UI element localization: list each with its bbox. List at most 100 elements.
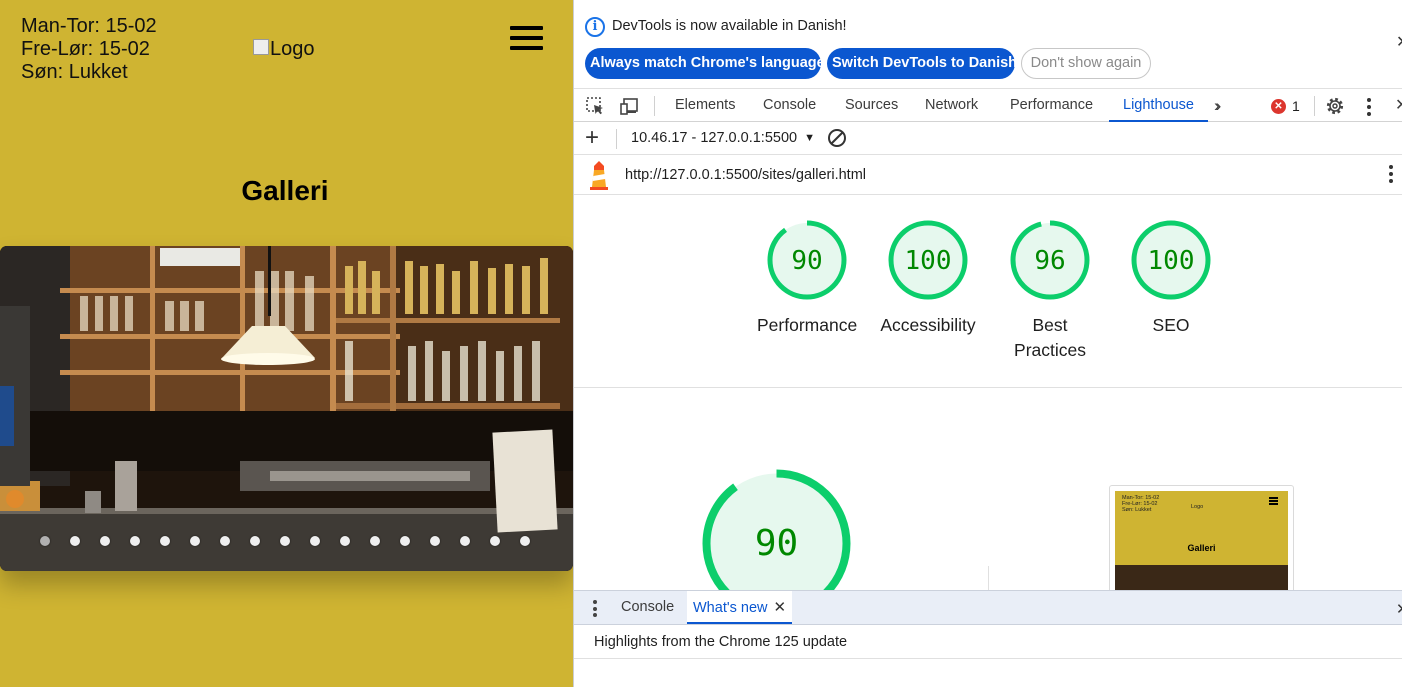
site-logo[interactable]: Logo xyxy=(253,38,315,61)
gallery-slideshow[interactable] xyxy=(0,246,573,571)
error-count: 1 xyxy=(1292,98,1300,114)
thumb-title: Galleri xyxy=(1187,543,1216,553)
slide-dot[interactable] xyxy=(430,536,440,546)
slide-dot[interactable] xyxy=(400,536,410,546)
tab-lighthouse[interactable]: Lighthouse xyxy=(1109,89,1208,122)
tab-network[interactable]: Network xyxy=(925,89,978,122)
score-label: Best Practices xyxy=(1014,315,1086,360)
error-icon: ✕ xyxy=(1271,98,1286,114)
score-ring: 100 xyxy=(888,220,968,300)
score-ring: 96 xyxy=(1010,220,1090,300)
bar-photo xyxy=(0,246,573,571)
clear-all-icon[interactable] xyxy=(827,128,847,148)
slide-dot[interactable] xyxy=(250,536,260,546)
infobar-message: DevTools is now available in Danish! xyxy=(612,18,847,34)
devtools-menu-icon[interactable] xyxy=(1367,98,1373,119)
slide-dot[interactable] xyxy=(190,536,200,546)
close-icon[interactable]: ✕ xyxy=(1396,32,1402,52)
whats-new-panel: Highlights from the Chrome 125 update xyxy=(574,626,1402,659)
toolbar-separator xyxy=(654,96,655,116)
score-gauge[interactable]: 100 Accessibility xyxy=(873,219,983,338)
thumb-gallery-image xyxy=(1115,565,1288,591)
score-value: 100 xyxy=(1148,246,1195,276)
new-report-plus-icon[interactable]: + xyxy=(585,124,599,152)
score-value: 90 xyxy=(791,246,822,276)
score-ring: 100 xyxy=(1131,220,1211,300)
final-screenshot-thumbnail[interactable]: Man-Tor: 15-02 Fre-Lør: 15-02 Søn: Lukke… xyxy=(1109,485,1294,595)
slide-dot[interactable] xyxy=(490,536,500,546)
toolbar-separator xyxy=(616,129,617,149)
devtools-panel: i DevTools is now available in Danish! ✕… xyxy=(573,0,1402,687)
slideshow-dots xyxy=(40,536,530,546)
language-infobar: i DevTools is now available in Danish! ✕… xyxy=(574,0,1402,88)
opening-hours: Man-Tor: 15-02 Fre-Lør: 15-02 Søn: Lukke… xyxy=(21,15,157,84)
lighthouse-logo-icon xyxy=(590,161,608,190)
hours-line: Man-Tor: 15-02 xyxy=(21,15,157,37)
error-count-badge[interactable]: ✕ 1 xyxy=(1271,98,1300,114)
slide-dot[interactable] xyxy=(160,536,170,546)
report-selector-value: 10.46.17 - 127.0.0.1:5500 xyxy=(631,130,798,146)
report-url-bar: http://127.0.0.1:5500/sites/galleri.html xyxy=(574,155,1402,195)
tab-elements[interactable]: Elements xyxy=(675,89,735,122)
score-label: SEO xyxy=(1152,315,1190,335)
drawer-tab-console[interactable]: Console xyxy=(621,591,674,624)
thumb-hamburger-icon xyxy=(1269,497,1278,506)
close-devtools-icon[interactable]: ✕ xyxy=(1395,89,1402,122)
report-selector[interactable]: 10.46.17 - 127.0.0.1:5500 ▼ xyxy=(631,130,815,146)
dropdown-triangle-icon: ▼ xyxy=(804,132,816,144)
dont-show-again-button[interactable]: Don't show again xyxy=(1021,48,1151,79)
report-url: http://127.0.0.1:5500/sites/galleri.html xyxy=(625,167,867,183)
drawer-tab-whats-new[interactable]: What's new ✕ xyxy=(687,591,793,624)
page-title: Galleri xyxy=(241,175,329,206)
tab-console[interactable]: Console xyxy=(763,89,816,122)
report-options-icon[interactable] xyxy=(1389,165,1395,186)
score-label: Accessibility xyxy=(880,315,976,335)
devtools-tabbar: Elements Console Sources Network Perform… xyxy=(574,88,1402,122)
device-toolbar-icon[interactable] xyxy=(619,96,639,116)
broken-image-icon xyxy=(253,38,269,55)
drawer-menu-icon[interactable] xyxy=(593,600,599,620)
hours-line: Søn: Lukket xyxy=(21,61,128,83)
score-value: 96 xyxy=(1034,246,1065,276)
score-label: Performance xyxy=(757,315,858,335)
slide-dot[interactable] xyxy=(40,536,50,546)
section-divider xyxy=(574,387,1402,388)
thumb-logo: Logo xyxy=(1191,504,1204,510)
lighthouse-toolbar: + 10.46.17 - 127.0.0.1:5500 ▼ xyxy=(574,122,1402,155)
score-ring: 90 xyxy=(767,220,847,300)
score-gauge[interactable]: 100 SEO xyxy=(1116,219,1226,338)
settings-gear-icon[interactable] xyxy=(1325,96,1345,116)
score-value: 100 xyxy=(905,246,952,276)
hamburger-menu-icon[interactable] xyxy=(510,26,543,50)
info-icon: i xyxy=(585,17,605,37)
more-tabs-chevron-icon[interactable]: ›› xyxy=(1214,89,1222,122)
tab-performance[interactable]: Performance xyxy=(1010,89,1093,122)
always-match-language-button[interactable]: Always match Chrome's language xyxy=(585,48,825,79)
slide-dot[interactable] xyxy=(370,536,380,546)
tab-sources[interactable]: Sources xyxy=(845,89,898,122)
score-gauge[interactable]: 90 Performance xyxy=(752,219,862,338)
inspect-element-icon[interactable] xyxy=(585,96,605,116)
whats-new-highlight[interactable]: Highlights from the Chrome 125 update xyxy=(594,634,847,650)
slide-dot[interactable] xyxy=(220,536,230,546)
slide-dot[interactable] xyxy=(130,536,140,546)
slide-dot[interactable] xyxy=(520,536,530,546)
slide-dot[interactable] xyxy=(460,536,470,546)
slide-dot[interactable] xyxy=(340,536,350,546)
drawer-tab-label: What's new xyxy=(693,600,768,616)
slide-dot[interactable] xyxy=(70,536,80,546)
performance-score-large: 90 xyxy=(755,523,798,564)
slide-dot[interactable] xyxy=(280,536,290,546)
close-drawer-icon[interactable]: ✕ xyxy=(1396,600,1402,618)
slide-dot[interactable] xyxy=(310,536,320,546)
thumb-hours: Man-Tor: 15-02 Fre-Lør: 15-02 Søn: Lukke… xyxy=(1122,495,1159,513)
score-gauge[interactable]: 96 Best Practices xyxy=(995,219,1105,363)
toolbar-separator xyxy=(1314,96,1315,116)
hours-line: Fre-Lør: 15-02 xyxy=(21,38,150,60)
website-viewport: Man-Tor: 15-02 Fre-Lør: 15-02 Søn: Lukke… xyxy=(0,0,573,687)
slide-dot[interactable] xyxy=(100,536,110,546)
switch-to-danish-button[interactable]: Switch DevTools to Danish xyxy=(827,48,1017,79)
drawer-tabbar: Console What's new ✕ ✕ xyxy=(574,590,1402,625)
logo-alt-text: Logo xyxy=(270,38,315,60)
close-icon[interactable]: ✕ xyxy=(774,599,787,616)
